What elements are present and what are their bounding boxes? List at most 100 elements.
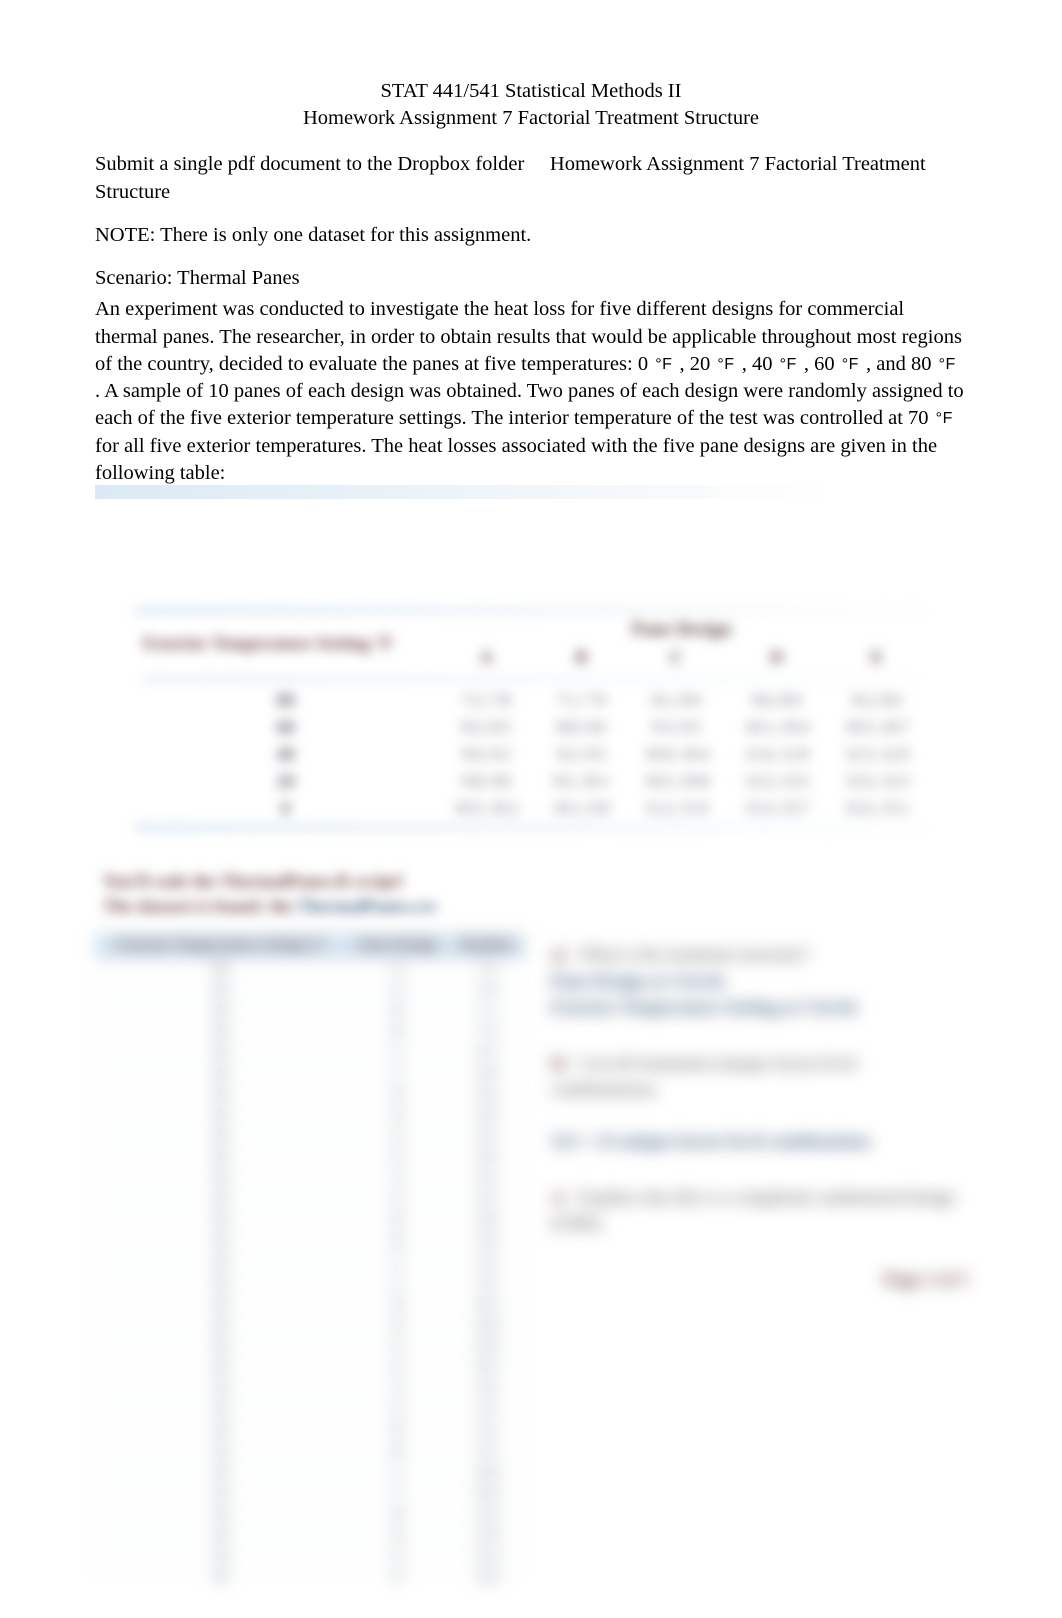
data-table: Exterior Temperature Setting °F Pane Des… xyxy=(135,609,927,829)
cell-value: 10.1, 10.4 xyxy=(727,714,827,741)
table-row: 40B9.5 xyxy=(95,1442,525,1463)
cell-value: D xyxy=(346,1106,449,1127)
cell-value: 8.6 xyxy=(450,1085,525,1106)
cell-value: 80 xyxy=(95,1127,346,1148)
cell-value: 60 xyxy=(95,1274,346,1295)
cell-value: 60 xyxy=(95,1253,346,1274)
table-row: 60D10.1 xyxy=(95,1295,525,1316)
cell-value: 11.2, 11.0 xyxy=(626,795,726,822)
dataset-filename: ThermalPanes.csv xyxy=(297,896,437,916)
cell-value: B xyxy=(346,1232,449,1253)
cell-value: B xyxy=(346,1001,449,1022)
cell-value: 40 xyxy=(95,1568,346,1589)
table-row: 608.3, 8.58.8, 9.09.3, 9.510.1, 10.410.5… xyxy=(135,714,927,741)
cell-value: 8.2, 8.0 xyxy=(827,687,927,714)
cell-value: 13.5, 13.3 xyxy=(827,768,927,795)
cell-value: 8.5 xyxy=(450,1190,525,1211)
cell-value: 8.0 xyxy=(450,1148,525,1169)
cell-value: 15.3, 15.7 xyxy=(727,795,827,822)
cell-value: 40 xyxy=(95,1505,346,1526)
table-row: 60B9.0 xyxy=(95,1232,525,1253)
table-row: 80C8.1 xyxy=(95,1043,525,1064)
table-row: 60B8.8 xyxy=(95,1211,525,1232)
table-row: 40E12.0 xyxy=(95,1568,525,1589)
cell-value: 10.5, 10.8 xyxy=(626,768,726,795)
cell-value: 60 xyxy=(95,1358,346,1379)
cell-value: 10.0, 10.4 xyxy=(626,741,726,768)
deg-f-unit: °F xyxy=(778,356,799,373)
table-row: 60A8.3 xyxy=(95,1169,525,1190)
group-header: Pane Design xyxy=(436,616,927,644)
col-c: C xyxy=(626,644,726,671)
cell-value: 9.8, 9.8 xyxy=(436,768,536,795)
cell-value: 9.0 xyxy=(450,1232,525,1253)
table-row: 60D10.4 xyxy=(95,1316,525,1337)
questions: a) What is the treatment structure? Pane… xyxy=(551,933,967,1292)
cell-value: 9.0 xyxy=(450,1379,525,1400)
table-row: 80C8.0 xyxy=(95,1064,525,1085)
cell-value: 9.2, 9.5 xyxy=(536,741,626,768)
cell-value: B xyxy=(346,1211,449,1232)
cell-value: 40 xyxy=(95,1463,346,1484)
question-b-text: List all treatments (unique factor-level… xyxy=(551,1053,857,1099)
table-row: 40D11.8 xyxy=(95,1526,525,1547)
cell-value: 10.4 xyxy=(450,1316,525,1337)
deg-f-unit: °F xyxy=(840,356,861,373)
cell-value: 12.0 xyxy=(450,1568,525,1589)
assignment-title: Homework Assignment 7 Factorial Treatmen… xyxy=(95,105,967,132)
submit-paragraph: Submit a single pdf document to the Drop… xyxy=(95,151,967,206)
cell-value: 9.5 xyxy=(450,1274,525,1295)
cell-value: D xyxy=(346,1505,449,1526)
cell-value: E xyxy=(346,1337,449,1358)
cell-value: 10.4 xyxy=(450,1484,525,1505)
cell-value: A xyxy=(346,980,449,1001)
row-header: Exterior Temperature Setting °F xyxy=(135,616,436,671)
cell-value: 12.3, 12.0 xyxy=(827,741,927,768)
table-row: 807.2, 7.87.1, 7.98.1, 8.08.6, 8.98.2, 8… xyxy=(135,687,927,714)
table-row: 80D8.9 xyxy=(95,1106,525,1127)
cell-value: 60 xyxy=(95,1211,346,1232)
cell-value: 9.3, 9.5 xyxy=(626,714,726,741)
cell-value: B xyxy=(346,1421,449,1442)
question-a-num: a) xyxy=(551,944,566,964)
scenario-seg5: , and 80 xyxy=(861,353,937,375)
cell-value: 40 xyxy=(95,1379,346,1400)
table-row: 010.5, 10.210.1, 9.911.2, 11.015.3, 15.7… xyxy=(135,795,927,822)
cell-value: 80 xyxy=(95,1148,346,1169)
cell-value: 8.9 xyxy=(450,1106,525,1127)
cell-value: 60 xyxy=(95,1316,346,1337)
cell-value: 11.6 xyxy=(450,1505,525,1526)
scenario-seg2: , 20 xyxy=(674,353,715,375)
cell-value: A xyxy=(346,1400,449,1421)
cell-value: 10.1 xyxy=(450,1295,525,1316)
cell-value: C xyxy=(346,1064,449,1085)
cell-value: 7.9 xyxy=(450,1022,525,1043)
cell-value: 40 xyxy=(95,1400,346,1421)
table-row: 40D11.6 xyxy=(95,1505,525,1526)
question-c-text: Explain why this is a completely randomi… xyxy=(551,1187,955,1233)
cell-value: 11.6, 11.8 xyxy=(727,741,827,768)
cell-value: 9.5 xyxy=(450,1442,525,1463)
cell-value: 60 xyxy=(95,1169,346,1190)
scenario-seg7: for all five exterior temperatures. The … xyxy=(95,435,937,484)
cell-value: 8.0 xyxy=(450,1064,525,1085)
question-b: b) List all treatments (unique factor-le… xyxy=(551,1050,967,1154)
cell-value: D xyxy=(346,1085,449,1106)
cell-value: 80 xyxy=(95,1085,346,1106)
row-temp: 60 xyxy=(135,714,436,741)
table-row: 40A9.2 xyxy=(95,1400,525,1421)
cell-value: E xyxy=(346,1358,449,1379)
table-row: 60C9.3 xyxy=(95,1253,525,1274)
cell-value: 8.3 xyxy=(450,1169,525,1190)
row-temp: 40 xyxy=(135,741,436,768)
scenario-body: An experiment was conducted to investiga… xyxy=(95,296,967,487)
submit-text: Submit a single pdf document to the Drop… xyxy=(95,153,529,175)
table-row: 80A7.2 xyxy=(95,959,525,980)
table-row: 80A7.8 xyxy=(95,980,525,1001)
deg-f-unit: °F xyxy=(937,356,958,373)
table-row: 80E8.0 xyxy=(95,1148,525,1169)
cell-value: A xyxy=(346,1190,449,1211)
cell-value: 10.5, 10.7 xyxy=(827,714,927,741)
table-row: 409.0, 9.29.2, 9.510.0, 10.411.6, 11.812… xyxy=(135,741,927,768)
table-row: 80B7.9 xyxy=(95,1022,525,1043)
